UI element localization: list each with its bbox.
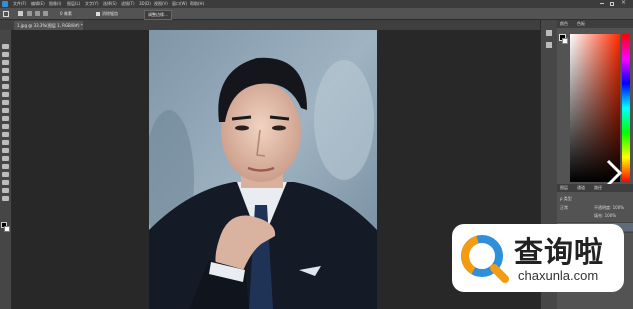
properties-panel-icon[interactable]: [546, 42, 552, 48]
minimize-icon[interactable]: [600, 3, 604, 4]
refine-edge-button[interactable]: 调整边缘...: [144, 10, 172, 20]
menu-filter[interactable]: 滤镜(T): [121, 0, 135, 8]
tab-layers[interactable]: 图层: [560, 185, 568, 191]
brush-tool-icon[interactable]: [2, 100, 9, 105]
history-brush-tool-icon[interactable]: [2, 116, 9, 121]
eraser-tool-icon[interactable]: [2, 124, 9, 129]
lasso-tool-icon[interactable]: [2, 60, 9, 65]
gradient-tool-icon[interactable]: [2, 132, 9, 137]
tab-paths[interactable]: 路径: [594, 185, 602, 191]
watermark-en-text: chaxunla.com: [518, 268, 599, 283]
quick-select-tool-icon[interactable]: [2, 68, 9, 73]
antialias-checkbox[interactable]: [96, 12, 100, 16]
window-controls[interactable]: ×: [600, 0, 628, 6]
menu-window[interactable]: 窗口(W): [172, 0, 187, 8]
shape-tool-icon[interactable]: [2, 180, 9, 185]
tab-color[interactable]: 颜色: [560, 21, 568, 27]
zoom-tool-icon[interactable]: [2, 196, 9, 201]
marquee-tool-icon[interactable]: [2, 52, 9, 57]
type-tool-icon[interactable]: [2, 164, 9, 169]
move-tool-icon[interactable]: [2, 44, 9, 49]
portrait-image: [149, 30, 377, 309]
maximize-icon[interactable]: [610, 2, 614, 6]
history-panel-icon[interactable]: [546, 30, 552, 36]
tools-panel: [0, 30, 12, 309]
healing-tool-icon[interactable]: [2, 92, 9, 97]
marquee-tool-icon[interactable]: [3, 11, 9, 17]
add-selection-icon[interactable]: [27, 11, 32, 16]
magnifier-logo-icon: [458, 232, 510, 284]
intersect-selection-icon[interactable]: [43, 11, 48, 16]
document-tab[interactable]: 1.jpg @ 33.3%(图层 1, RGB/8#) *: [14, 21, 83, 30]
blur-tool-icon[interactable]: [2, 140, 9, 145]
menu-help[interactable]: 帮助(H): [190, 0, 204, 8]
document-tab-bar: 1.jpg @ 33.3%(图层 1, RGB/8#) *: [0, 20, 540, 30]
hand-tool-icon[interactable]: [2, 188, 9, 193]
dodge-tool-icon[interactable]: [2, 148, 9, 153]
watermark-badge: 查询啦 chaxunla.com: [452, 224, 624, 292]
stamp-tool-icon[interactable]: [2, 108, 9, 113]
menu-bar: 文件(F) 编辑(E) 图像(I) 图层(L) 文字(Y) 选择(S) 滤镜(T…: [0, 0, 633, 8]
new-selection-icon[interactable]: [18, 11, 23, 16]
tab-channels[interactable]: 通道: [577, 185, 585, 191]
fill-field[interactable]: 填充: 100%: [594, 213, 616, 219]
antialias-label: 消除锯齿: [102, 11, 118, 16]
layers-panel-tabs: 图层 通道 路径: [557, 184, 633, 192]
menu-image[interactable]: 图像(I): [49, 0, 61, 8]
options-bar: 0 像素 消除锯齿 调整边缘...: [0, 8, 633, 20]
menu-3d[interactable]: 3D(D): [139, 0, 151, 8]
blend-mode-select[interactable]: 正常: [560, 205, 568, 211]
bg-color-chip[interactable]: [562, 38, 568, 44]
color-panel-tabs: 颜色 色板: [557, 20, 633, 28]
watermark-cn-text: 查询啦: [514, 235, 605, 269]
opacity-field[interactable]: 不透明度: 100%: [594, 205, 624, 211]
menu-edit[interactable]: 编辑(E): [31, 0, 45, 8]
crop-tool-icon[interactable]: [2, 76, 9, 81]
ps-logo-icon: [2, 1, 8, 7]
tab-swatches[interactable]: 色板: [577, 21, 585, 27]
close-icon[interactable]: ×: [621, 0, 626, 6]
background-color-swatch[interactable]: [4, 226, 10, 232]
menu-type[interactable]: 文字(Y): [85, 0, 99, 8]
menu-layer[interactable]: 图层(L): [67, 0, 80, 8]
menu-select[interactable]: 选择(S): [103, 0, 117, 8]
layer-filter-field[interactable]: ρ 类型: [560, 196, 572, 202]
pen-tool-icon[interactable]: [2, 156, 9, 161]
path-select-tool-icon[interactable]: [2, 172, 9, 177]
subtract-selection-icon[interactable]: [35, 11, 40, 16]
document-photo[interactable]: [149, 30, 377, 309]
menu-view[interactable]: 视图(V): [154, 0, 168, 8]
menu-file[interactable]: 文件(F): [13, 0, 26, 8]
feather-field[interactable]: 0 像素: [60, 8, 72, 20]
eyedropper-tool-icon[interactable]: [2, 84, 9, 89]
